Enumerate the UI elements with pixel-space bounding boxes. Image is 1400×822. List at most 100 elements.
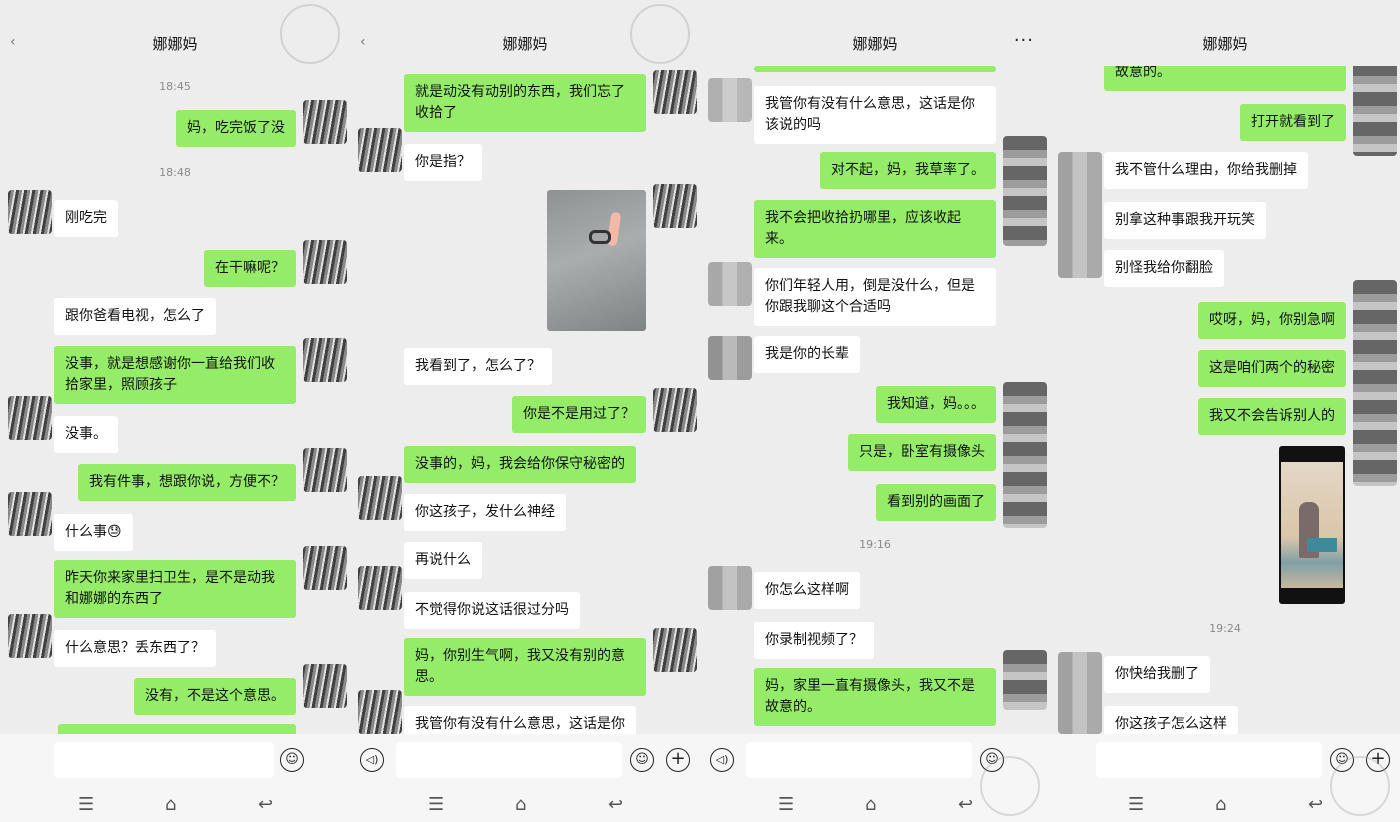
my-avatar[interactable] — [1003, 136, 1047, 246]
message-bubble-sent[interactable]: 故意的。 — [1104, 66, 1346, 91]
home-icon[interactable]: ⌂ — [865, 794, 876, 815]
message-input[interactable] — [746, 742, 972, 778]
contact-avatar[interactable] — [358, 690, 402, 734]
message-bubble-sent-partial[interactable] — [754, 66, 996, 72]
my-avatar[interactable] — [303, 448, 347, 492]
message-list[interactable]: 就是动没有动别的东西，我们忘了收拾了 你是指？ 我看到了，怎么了？ 你是不是用过… — [350, 66, 700, 734]
message-bubble-sent[interactable]: 就是动没有动别的东西，我们忘了收拾了 — [404, 74, 646, 132]
menu-icon[interactable]: ☰ — [428, 794, 444, 815]
more-options-icon[interactable]: ··· — [1014, 30, 1034, 51]
bed-photo-image[interactable] — [547, 190, 646, 331]
my-avatar[interactable] — [1353, 66, 1397, 156]
message-list[interactable]: 18:45 妈，吃完饭了没 18:48 刚吃完 在干嘛呢？ 跟你爸看电视，怎么了… — [0, 66, 350, 734]
my-avatar[interactable] — [653, 388, 697, 432]
message-list[interactable]: 故意的。 打开就看到了 我不管什么理由，你给我删掉 别拿这种事跟我开玩笑 别怪我… — [1050, 66, 1400, 734]
my-avatar[interactable] — [303, 100, 347, 144]
contact-avatar[interactable] — [8, 614, 52, 658]
my-avatar[interactable] — [653, 628, 697, 672]
message-bubble-sent[interactable]: 哎呀，妈，你别急啊 — [1198, 302, 1346, 339]
contact-avatar[interactable] — [358, 128, 402, 172]
contact-avatar[interactable] — [708, 262, 752, 306]
message-bubble-received-partial[interactable]: 你这孩子怎么这样 — [1104, 706, 1238, 734]
message-bubble-sent[interactable]: 没有，不是这个意思。 — [134, 678, 296, 715]
message-bubble-received[interactable]: 别拿这种事跟我开玩笑 — [1104, 202, 1266, 239]
home-icon[interactable]: ⌂ — [515, 794, 526, 815]
menu-icon[interactable]: ☰ — [1128, 794, 1144, 815]
contact-avatar[interactable] — [8, 396, 52, 440]
contact-avatar[interactable] — [1058, 652, 1102, 734]
contact-avatar[interactable] — [358, 566, 402, 610]
message-bubble-received[interactable]: 你快给我删了 — [1104, 656, 1210, 693]
message-bubble-received[interactable]: 我是你的长辈 — [754, 336, 860, 373]
message-bubble-received[interactable]: 你们年轻人用，倒是没什么，但是你跟我聊这个合适吗 — [754, 268, 996, 326]
message-bubble-sent[interactable]: 妈，你别生气啊，我又没有别的意思。 — [404, 638, 646, 696]
emoji-icon[interactable]: ☺ — [630, 748, 654, 772]
contact-avatar[interactable] — [708, 78, 752, 122]
my-avatar[interactable] — [1003, 382, 1047, 528]
message-bubble-sent[interactable]: 看到别的画面了 — [876, 484, 996, 521]
message-bubble-sent[interactable]: 没事，就是想感谢你一直给我们收拾家里，照顾孩子 — [54, 346, 296, 404]
contact-avatar[interactable] — [1058, 152, 1102, 278]
message-bubble-received[interactable]: 你怎么这样啊 — [754, 572, 860, 609]
message-bubble-received[interactable]: 刚吃完 — [54, 200, 118, 237]
message-bubble-received[interactable]: 我管你有没有什么意思，这话是你该说的吗 — [754, 86, 996, 144]
message-bubble-sent[interactable]: 只是，卧室有摄像头 — [848, 434, 996, 471]
my-avatar[interactable] — [303, 546, 347, 590]
message-bubble-received[interactable]: 你录制视频了？ — [754, 622, 874, 659]
message-bubble-received[interactable]: 没事。 — [54, 416, 118, 453]
message-input[interactable] — [396, 742, 622, 778]
menu-icon[interactable]: ☰ — [78, 794, 94, 815]
emoji-icon[interactable]: ☺ — [280, 748, 304, 772]
message-bubble-received[interactable]: 跟你爸看电视，怎么了 — [54, 298, 216, 335]
message-list[interactable]: 我管你有没有什么意思，这话是你该说的吗 对不起，妈，我草率了。 我不会把收拾扔哪… — [700, 66, 1050, 734]
message-bubble-sent-partial[interactable] — [58, 724, 296, 734]
message-bubble-received[interactable]: 你这孩子，发什么神经 — [404, 494, 566, 531]
my-avatar[interactable] — [303, 338, 347, 382]
message-bubble-sent[interactable]: 我知道，妈。。。 — [876, 386, 996, 423]
message-input[interactable] — [1096, 742, 1322, 778]
my-avatar[interactable] — [1003, 650, 1047, 710]
return-icon[interactable]: ↩ — [958, 794, 973, 815]
message-bubble-received[interactable]: 不觉得你说这话很过分吗 — [404, 592, 580, 629]
message-bubble-received[interactable]: 别怪我给你翻脸 — [1104, 250, 1224, 287]
plus-icon[interactable]: + — [666, 748, 690, 772]
message-bubble-sent[interactable]: 昨天你来家里扫卫生，是不是动我和娜娜的东西了 — [54, 560, 296, 618]
message-bubble-received[interactable]: 再说什么 — [404, 542, 482, 579]
message-bubble-sent[interactable]: 打开就看到了 — [1240, 104, 1346, 141]
message-bubble-received[interactable]: 你是指？ — [404, 144, 482, 181]
return-icon[interactable]: ↩ — [608, 794, 623, 815]
message-bubble-sent[interactable]: 我有件事，想跟你说，方便不？ — [78, 464, 296, 501]
message-bubble-sent[interactable]: 妈，家里一直有摄像头，我又不是故意的。 — [754, 668, 996, 726]
message-bubble-sent[interactable]: 在干嘛呢？ — [204, 250, 296, 287]
message-bubble-sent[interactable]: 这是咱们两个的秘密 — [1198, 350, 1346, 387]
voice-icon[interactable]: ◁) — [360, 748, 384, 772]
video-thumbnail-image[interactable] — [1279, 446, 1345, 604]
voice-icon[interactable]: ◁) — [710, 748, 734, 772]
message-bubble-sent[interactable]: 你是不是用过了？ — [512, 396, 646, 433]
message-bubble-sent[interactable]: 没事的，妈，我会给你保守秘密的 — [404, 446, 636, 483]
menu-icon[interactable]: ☰ — [778, 794, 794, 815]
message-bubble-received[interactable]: 什么事😓 — [54, 514, 133, 551]
my-avatar[interactable] — [653, 70, 697, 114]
message-bubble-sent[interactable]: 我又不会告诉别人的 — [1198, 398, 1346, 435]
contact-avatar[interactable] — [708, 336, 752, 380]
return-icon[interactable]: ↩ — [1308, 794, 1323, 815]
message-bubble-sent[interactable]: 我不会把收拾扔哪里，应该收起来。 — [754, 200, 996, 258]
message-bubble-received[interactable]: 什么意思？丢东西了？ — [54, 630, 216, 667]
message-bubble-received[interactable]: 我不管什么理由，你给我删掉 — [1104, 152, 1308, 189]
contact-avatar[interactable] — [358, 476, 402, 520]
contact-avatar[interactable] — [8, 190, 52, 234]
return-icon[interactable]: ↩ — [258, 794, 273, 815]
message-bubble-received-partial[interactable]: 我管你有没有什么意思，这话是你 — [404, 706, 636, 734]
my-avatar[interactable] — [1353, 280, 1397, 486]
my-avatar[interactable] — [303, 240, 347, 284]
message-bubble-received[interactable]: 我看到了，怎么了？ — [404, 348, 552, 385]
message-input[interactable] — [54, 742, 274, 778]
message-bubble-sent[interactable]: 对不起，妈，我草率了。 — [820, 152, 996, 189]
my-avatar[interactable] — [653, 184, 697, 228]
contact-avatar[interactable] — [8, 492, 52, 536]
home-icon[interactable]: ⌂ — [1215, 794, 1226, 815]
home-icon[interactable]: ⌂ — [165, 794, 176, 815]
my-avatar[interactable] — [303, 664, 347, 708]
contact-avatar[interactable] — [708, 566, 752, 610]
